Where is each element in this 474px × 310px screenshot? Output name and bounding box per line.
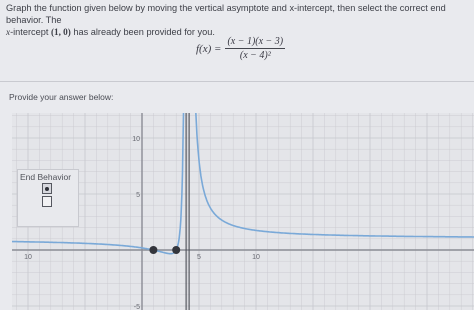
function-formula: f(x) = (x − 1)(x − 3) (x − 4)²	[196, 36, 286, 61]
function-curve	[195, 113, 474, 238]
y-tick-label: 10	[132, 136, 140, 143]
intercept-point[interactable]	[172, 246, 181, 254]
answer-prompt: Provide your answer below:	[9, 92, 114, 102]
end-behavior-button[interactable]	[42, 196, 52, 207]
given-intercept-point: (1, 0)	[50, 27, 71, 37]
section-divider	[0, 81, 474, 82]
already-provided-text: has already been provided for you.	[70, 27, 215, 37]
x-tick-label: 10	[24, 254, 32, 261]
graphing-tool[interactable]: 10 5 10 10 5 -5 End Behavior	[12, 113, 474, 310]
point-tool-button[interactable]	[42, 183, 52, 194]
formula-fraction: (x − 1)(x − 3) (x − 4)²	[225, 36, 286, 61]
x-tick-label: 10	[252, 254, 260, 261]
end-behavior-label: End Behavior	[20, 172, 72, 182]
intercept-point[interactable]	[149, 246, 158, 254]
formula-denominator: (x − 4)²	[239, 50, 271, 61]
prompt-line-1: Graph the function given below by moving…	[6, 3, 446, 25]
formula-numerator: (x − 1)(x − 3)	[225, 36, 286, 49]
intercept-text: -intercept	[10, 27, 51, 37]
end-behavior-panel: End Behavior	[17, 169, 79, 227]
formula-lhs: f(x) =	[196, 42, 222, 55]
graph-canvas[interactable]: 10 5 10 10 5 -5	[12, 113, 474, 310]
x-tick-label: 5	[197, 254, 201, 261]
y-tick-label: 5	[136, 192, 140, 199]
question-prompt: Graph the function given below by moving…	[6, 2, 470, 38]
y-tick-label: -5	[134, 304, 140, 310]
grid-lines	[12, 113, 474, 310]
